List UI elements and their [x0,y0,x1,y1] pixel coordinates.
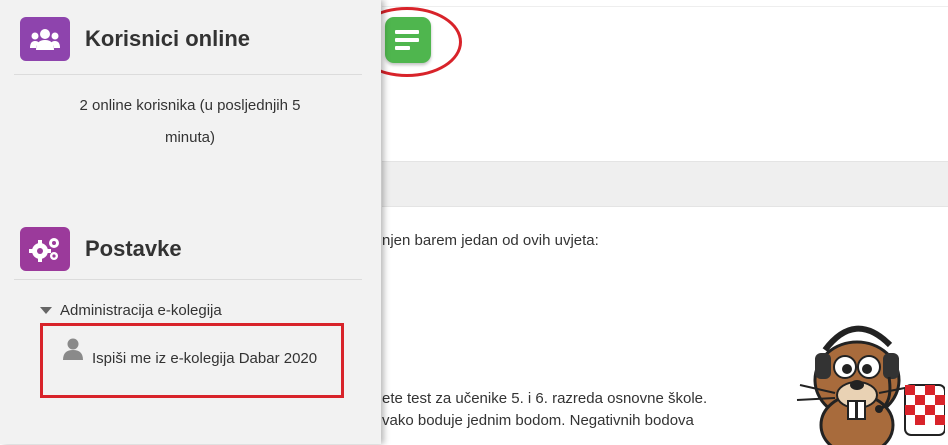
online-users-status-line2: minuta) [164,129,216,146]
online-users-title: Korisnici online [85,26,251,51]
unenrol-highlight-box: Ispiši me iz e-kolegija Dabar 2020 [40,323,344,398]
content-text-line2: ete test za učenike 5. i 6. razreda osno… [382,390,708,407]
top-divider [382,0,948,7]
online-users-status-line1: 2 online korisnika (u posljednjih 5 [79,97,301,114]
cogs-icon [20,227,70,271]
settings-header: Postavke [20,227,182,271]
course-administration-label: Administracija e-kolegija [60,302,222,319]
settings-divider [14,279,362,280]
online-users-header: Korisnici online [20,17,250,61]
user-icon [63,338,83,360]
course-administration-node[interactable]: Administracija e-kolegija [40,302,222,319]
section-band [382,161,948,207]
side-drawer: Korisnici online 2 online korisnika (u p… [0,0,381,444]
caret-down-icon [40,307,52,314]
online-users-divider [14,74,362,75]
users-icon [20,17,70,61]
beaver-mascot-image [796,325,945,445]
unenrol-link[interactable]: Ispiši me iz e-kolegija Dabar 2020 [92,346,342,371]
settings-title: Postavke [85,236,182,261]
online-users-status: 2 online korisnika (u posljednjih 5 minu… [30,90,350,154]
content-text-line1: njen barem jedan od ovih uvjeta: [382,232,599,249]
content-text-line3: vako boduje jednim bodom. Negativnih bod… [382,412,694,429]
